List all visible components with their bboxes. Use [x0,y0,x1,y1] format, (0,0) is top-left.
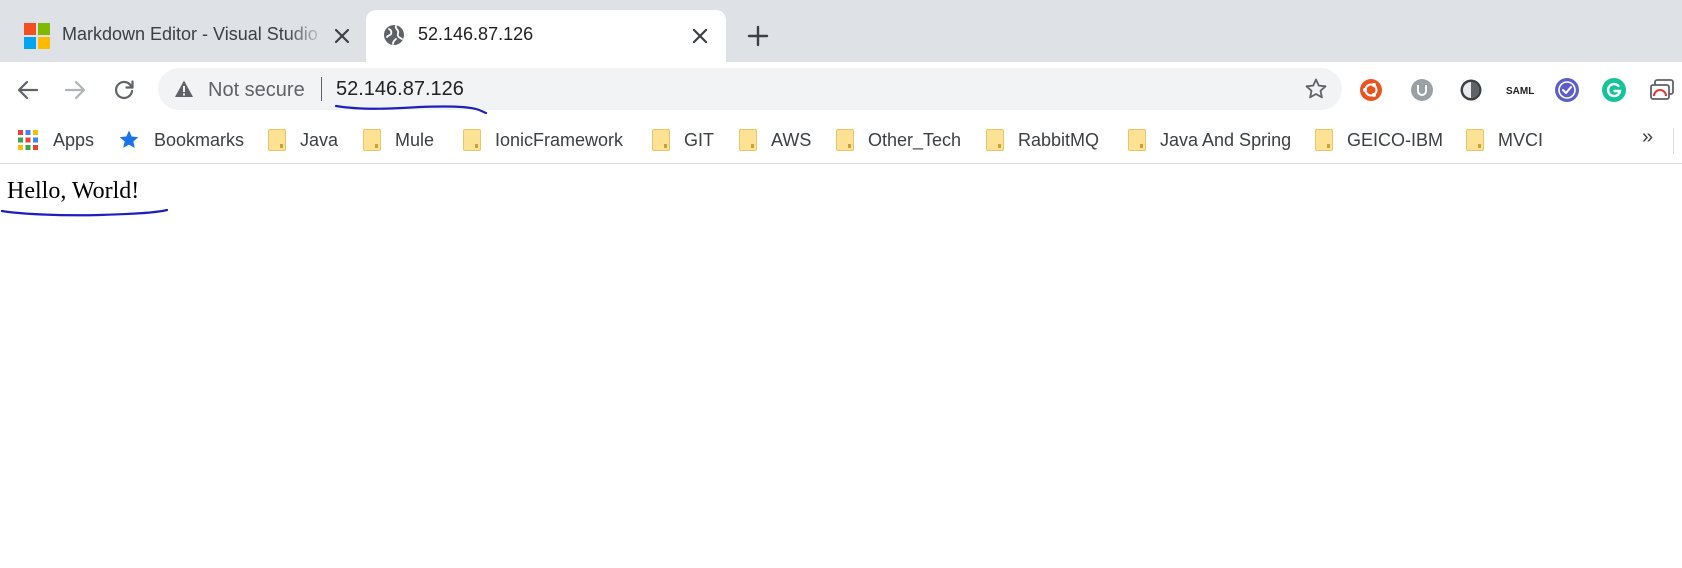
saml-tracer-icon[interactable]: SAML [1505,76,1537,104]
ubuntu-icon[interactable] [1357,76,1385,104]
bookmark-folder-aws[interactable]: AWS [739,126,811,154]
window-icon[interactable] [1648,76,1676,104]
tab-title: Markdown Editor - Visual Studio [62,24,318,44]
omnibox-divider [321,77,322,101]
bookmarks-overflow-chevron-icon[interactable]: » [1642,126,1653,149]
new-tab-plus-icon[interactable] [742,20,774,52]
tab-active-ip[interactable]: 52.146.87.126 [366,10,726,62]
bookmark-label: Other_Tech [868,129,962,150]
bookmark-folder-other-tech[interactable]: Other_Tech [836,126,961,154]
folder-icon [739,129,757,151]
bookmark-label: IonicFramework [495,129,624,150]
bookmark-folder-ionicframework[interactable]: IonicFramework [463,126,623,154]
bookmark-label: AWS [771,129,812,150]
page-content: Hello, World! [0,165,1682,568]
grammarly-icon[interactable] [1600,76,1628,104]
tab-strip: Markdown Editor - Visual Studio 52.146.8… [0,0,1682,62]
close-tab-icon[interactable] [686,22,714,50]
folder-icon [986,129,1004,151]
bookmark-label: Apps [53,129,95,150]
bookmark-label: Java And Spring [1160,129,1292,150]
bookmark-label: GIT [684,129,714,150]
bookmark-folder-java-and-spring[interactable]: Java And Spring [1128,126,1291,154]
star-icon [119,130,139,148]
folder-icon [836,129,854,151]
tasks-check-icon[interactable] [1553,76,1581,104]
folder-icon [1466,129,1484,151]
tab-title: 52.146.87.126 [418,24,534,44]
bookmark-bookmarks[interactable]: Bookmarks [118,126,244,154]
back-arrow-icon[interactable] [10,72,46,108]
close-tab-icon[interactable] [328,22,356,50]
folder-icon [652,129,670,151]
bookmark-label: GEICO-IBM [1347,129,1444,150]
security-status-label[interactable]: Not secure [208,79,305,102]
bookmark-folder-git[interactable]: GIT [652,126,714,154]
page-body-text: Hello, World! [7,178,140,204]
folder-icon [268,129,286,151]
url-text[interactable]: 52.146.87.126 [336,78,464,101]
bookmark-label: RabbitMQ [1018,129,1100,150]
bookmark-star-icon[interactable] [1304,77,1328,101]
reload-icon[interactable] [106,72,142,108]
bookmarks-divider [1673,128,1674,154]
warning-triangle-icon[interactable] [174,79,194,99]
saml-label: SAML [1506,86,1534,97]
bookmark-folder-mule[interactable]: Mule [363,126,434,154]
tab-markdown-editor[interactable]: Markdown Editor - Visual Studio [8,10,360,62]
bookmark-folder-java[interactable]: Java [268,126,338,154]
browser-toolbar: Not secure 52.146.87.126 SAML [0,62,1682,118]
globe-icon [382,23,408,49]
folder-icon [1128,129,1146,151]
folder-icon [463,129,481,151]
bookmark-folder-mvci[interactable]: MVCI [1466,126,1543,154]
ublock-icon[interactable] [1408,76,1436,104]
dark-mode-icon[interactable] [1457,76,1485,104]
folder-icon [363,129,381,151]
bookmark-label: Java [300,129,339,150]
folder-icon [1315,129,1333,151]
bookmark-label: Mule [395,129,435,150]
apps-grid-icon [18,130,38,150]
address-bar[interactable]: Not secure 52.146.87.126 [158,68,1342,110]
bookmark-label: Bookmarks [154,129,245,150]
microsoft-logo-icon [24,23,50,49]
bookmark-folder-rabbitmq[interactable]: RabbitMQ [986,126,1099,154]
bookmark-apps[interactable]: Apps [17,126,94,154]
bookmark-label: MVCI [1498,129,1543,150]
forward-arrow-icon[interactable] [57,72,93,108]
bookmark-folder-geico-ibm[interactable]: GEICO-IBM [1315,126,1443,154]
bookmarks-bar: Apps Bookmarks Java Mule IonicFramework … [0,118,1682,164]
